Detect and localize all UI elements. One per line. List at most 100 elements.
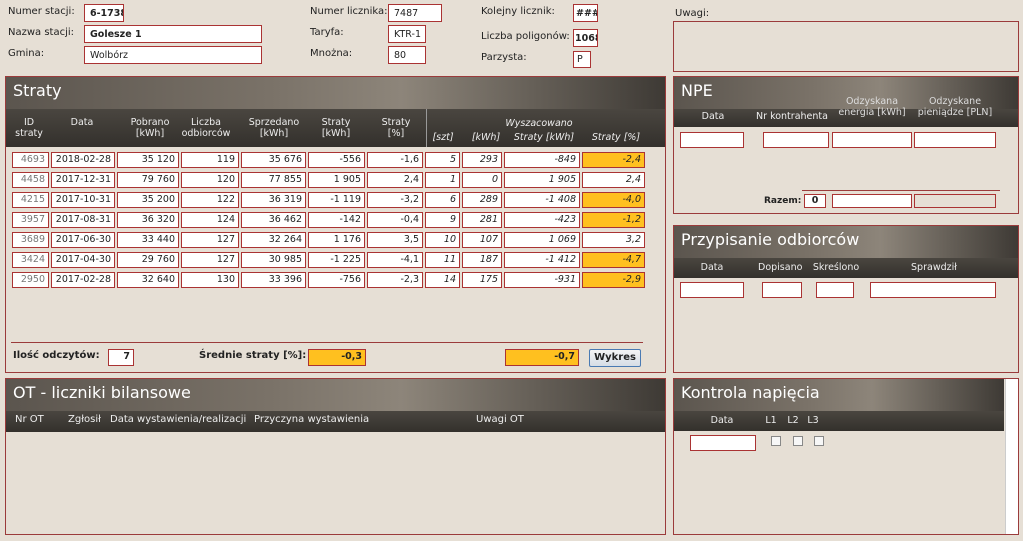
row-wstraty[interactable]: -849 [504, 152, 580, 168]
row-pct[interactable]: -1,6 [367, 152, 423, 168]
liczba-poligonow-field[interactable]: 1068 [573, 29, 598, 47]
row-id[interactable]: 3424 [12, 252, 49, 268]
row-id[interactable]: 4693 [12, 152, 49, 168]
row-id[interactable]: 3689 [12, 232, 49, 248]
row-sprzedano[interactable]: 35 676 [241, 152, 306, 168]
row-pobrano[interactable]: 79 760 [117, 172, 179, 188]
kolejny-licznik-field[interactable]: #### [573, 4, 598, 22]
row-pct[interactable]: 3,5 [367, 232, 423, 248]
row-kwh[interactable]: 187 [462, 252, 502, 268]
npe-nr-kontrahenta-input[interactable] [763, 132, 829, 148]
row-wstraty[interactable]: 1 069 [504, 232, 580, 248]
row-pct[interactable]: -0,4 [367, 212, 423, 228]
row-liczba[interactable]: 130 [181, 272, 239, 288]
row-id[interactable]: 2950 [12, 272, 49, 288]
przypisanie-sprawdzil-input[interactable] [870, 282, 996, 298]
przypisanie-dopisano-input[interactable] [762, 282, 802, 298]
row-wpct[interactable]: -4,7 [582, 252, 645, 268]
row-pobrano[interactable]: 32 640 [117, 272, 179, 288]
row-wpct[interactable]: -4,0 [582, 192, 645, 208]
kontrola-l3-checkbox[interactable] [814, 436, 824, 446]
npe-data-input[interactable] [680, 132, 744, 148]
npe-pieniadze-input[interactable] [914, 132, 996, 148]
row-sprzedano[interactable]: 32 264 [241, 232, 306, 248]
row-wpct[interactable]: -2,9 [582, 272, 645, 288]
row-straty[interactable]: 1 176 [308, 232, 365, 248]
npe-energia-input[interactable] [832, 132, 912, 148]
row-straty[interactable]: -1 225 [308, 252, 365, 268]
row-pct[interactable]: 2,4 [367, 172, 423, 188]
row-straty[interactable]: -756 [308, 272, 365, 288]
row-pobrano[interactable]: 35 200 [117, 192, 179, 208]
row-szt[interactable]: 6 [425, 192, 460, 208]
row-data[interactable]: 2018-02-28 [51, 152, 115, 168]
row-id[interactable]: 4215 [12, 192, 49, 208]
row-liczba[interactable]: 127 [181, 252, 239, 268]
row-szt[interactable]: 9 [425, 212, 460, 228]
kontrola-l1-checkbox[interactable] [771, 436, 781, 446]
row-id[interactable]: 3957 [12, 212, 49, 228]
row-sprzedano[interactable]: 30 985 [241, 252, 306, 268]
gmina-field[interactable]: Wolbórz [84, 46, 262, 64]
row-id[interactable]: 4458 [12, 172, 49, 188]
row-data[interactable]: 2017-06-30 [51, 232, 115, 248]
numer-stacji-field[interactable]: 6-1738 [84, 4, 124, 22]
row-wpct[interactable]: -2,4 [582, 152, 645, 168]
kontrola-l2-checkbox[interactable] [793, 436, 803, 446]
row-szt[interactable]: 5 [425, 152, 460, 168]
row-liczba[interactable]: 122 [181, 192, 239, 208]
row-kwh[interactable]: 293 [462, 152, 502, 168]
mnozna-field[interactable]: 80 [388, 46, 426, 64]
uwagi-field[interactable] [673, 21, 1019, 72]
row-kwh[interactable]: 281 [462, 212, 502, 228]
row-kwh[interactable]: 175 [462, 272, 502, 288]
row-pobrano[interactable]: 36 320 [117, 212, 179, 228]
kontrola-scrollbar[interactable] [1005, 379, 1018, 534]
row-kwh[interactable]: 289 [462, 192, 502, 208]
przypisanie-data-input[interactable] [680, 282, 744, 298]
row-szt[interactable]: 11 [425, 252, 460, 268]
wykres-button[interactable]: Wykres [589, 349, 641, 367]
row-kwh[interactable]: 0 [462, 172, 502, 188]
row-wpct[interactable]: 2,4 [582, 172, 645, 188]
kontrola-data-input[interactable] [690, 435, 756, 451]
row-sprzedano[interactable]: 36 319 [241, 192, 306, 208]
row-data[interactable]: 2017-08-31 [51, 212, 115, 228]
row-pobrano[interactable]: 29 760 [117, 252, 179, 268]
parzysta-field[interactable]: P [573, 51, 591, 68]
row-straty[interactable]: 1 905 [308, 172, 365, 188]
row-szt[interactable]: 1 [425, 172, 460, 188]
row-szt[interactable]: 10 [425, 232, 460, 248]
row-straty[interactable]: -1 119 [308, 192, 365, 208]
row-data[interactable]: 2017-04-30 [51, 252, 115, 268]
row-liczba[interactable]: 120 [181, 172, 239, 188]
row-pct[interactable]: -2,3 [367, 272, 423, 288]
row-wpct[interactable]: 3,2 [582, 232, 645, 248]
row-data[interactable]: 2017-12-31 [51, 172, 115, 188]
row-wstraty[interactable]: 1 905 [504, 172, 580, 188]
row-wstraty[interactable]: -423 [504, 212, 580, 228]
row-pobrano[interactable]: 35 120 [117, 152, 179, 168]
row-wstraty[interactable]: -931 [504, 272, 580, 288]
nazwa-stacji-field[interactable]: Golesze 1 [84, 25, 262, 43]
row-pct[interactable]: -3,2 [367, 192, 423, 208]
row-liczba[interactable]: 124 [181, 212, 239, 228]
row-sprzedano[interactable]: 77 855 [241, 172, 306, 188]
row-data[interactable]: 2017-10-31 [51, 192, 115, 208]
row-wpct[interactable]: -1,2 [582, 212, 645, 228]
row-straty[interactable]: -142 [308, 212, 365, 228]
przypisanie-skreslono-input[interactable] [816, 282, 854, 298]
numer-licznika-field[interactable]: 7487 [388, 4, 442, 22]
row-wstraty[interactable]: -1 408 [504, 192, 580, 208]
row-kwh[interactable]: 107 [462, 232, 502, 248]
taryfa-field[interactable]: KTR-1 [388, 25, 426, 43]
row-wstraty[interactable]: -1 412 [504, 252, 580, 268]
row-liczba[interactable]: 119 [181, 152, 239, 168]
row-pobrano[interactable]: 33 440 [117, 232, 179, 248]
row-data[interactable]: 2017-02-28 [51, 272, 115, 288]
row-sprzedano[interactable]: 33 396 [241, 272, 306, 288]
row-sprzedano[interactable]: 36 462 [241, 212, 306, 228]
row-straty[interactable]: -556 [308, 152, 365, 168]
row-liczba[interactable]: 127 [181, 232, 239, 248]
row-szt[interactable]: 14 [425, 272, 460, 288]
